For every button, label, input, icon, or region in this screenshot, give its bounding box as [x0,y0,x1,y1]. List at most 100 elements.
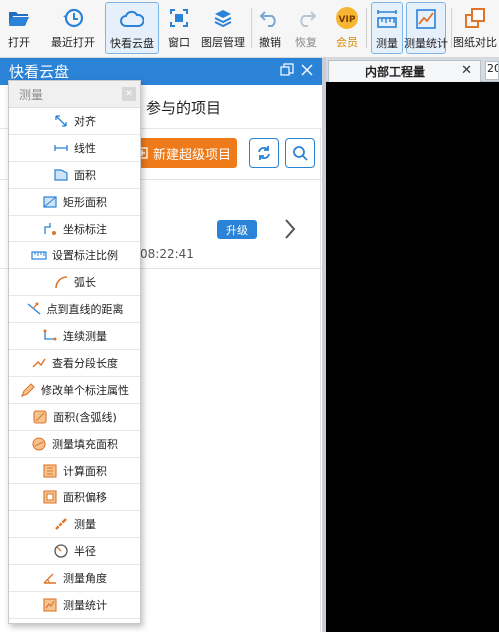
compare-icon [463,6,487,30]
vip-button[interactable]: VIP 会员 [333,2,361,54]
menu-close-icon[interactable]: ✕ [122,87,136,101]
menu-list: 对齐线性面积矩形面积坐标标注设置标注比例 弧长点到直线的距离连续测量查看分段长度修… [9,108,140,619]
menu-item-label: 坐标标注 [63,222,107,236]
menu-item-label: 查看分段长度 [52,356,118,370]
segment-length-icon [32,358,46,368]
measure-stats-button[interactable]: 测量统计 [404,2,448,54]
upgrade-badge[interactable]: 升级 [217,220,257,239]
restore-icon[interactable] [280,63,296,79]
rect-area-icon [43,196,57,208]
sync-button[interactable] [249,138,279,168]
menu-item-label: 连续测量 [63,330,107,344]
arc-length-icon [55,276,68,289]
window-button[interactable]: 窗口 [164,2,194,54]
menu-item-label: 面积 [74,168,96,182]
layer-manage-button[interactable]: 图层管理 [201,2,245,54]
menu-item[interactable]: 弧长 [9,269,140,297]
open-button[interactable]: 打开 [4,2,34,54]
measure-icon [55,518,67,531]
measure-stats-icon [43,598,57,612]
menu-item-label: 面积(含弧线) [53,410,117,424]
menu-item-label: 测量统计 [63,598,107,612]
new-super-project-button[interactable]: 新建超级项目 [130,138,237,168]
area-offset-icon [43,490,57,504]
fill-area-icon [32,437,46,451]
measure-menu: 测量 ✕ 对齐线性面积矩形面积坐标标注设置标注比例 弧长点到直线的距离连续测量查看… [8,80,141,624]
search-button[interactable] [285,138,315,168]
layers-icon [211,6,235,30]
cloud-button[interactable]: 快看云盘 [105,2,159,54]
radius-icon [54,544,68,558]
redo-icon [294,6,318,30]
menu-item[interactable]: 面积偏移 [9,484,140,512]
menu-header: 测量 ✕ [9,81,140,108]
scale-input[interactable]: 20 [485,61,499,80]
area-icon [54,169,68,181]
recent-button[interactable]: 最近打开 [46,2,100,54]
menu-item[interactable]: 点到直线的距离 [9,296,140,324]
edit-annotation-icon [21,383,35,397]
calc-area-icon [43,463,57,478]
menu-title: 测量 [19,87,44,102]
ruler-icon [375,7,399,31]
menu-item-label: 半径 [74,545,96,559]
menu-item[interactable]: 测量角度 [9,565,140,593]
close-icon[interactable] [300,63,316,79]
undo-button[interactable]: 撤销 [257,2,283,54]
angle-icon [43,573,56,584]
drawing-canvas[interactable] [326,82,499,632]
menu-item-label: 修改单个标注属性 [41,383,129,397]
panel-border [320,129,321,632]
linear-measure-icon [54,144,68,151]
menu-item[interactable]: 计算面积 [9,457,140,485]
menu-item[interactable]: 面积 [9,161,140,189]
menu-item[interactable]: 半径 [9,538,140,566]
menu-item[interactable]: 连续测量 [9,323,140,351]
align-measure-icon [55,115,67,127]
panel-subtitle: 参与的项目 [146,99,222,117]
toolbar-separator [451,8,452,48]
undo-icon [258,6,282,30]
card-time: 08:22:41 [140,247,194,261]
menu-item-label: 设置标注比例 [52,249,118,263]
menu-item[interactable]: 矩形面积 [9,188,140,216]
arc-area-icon [33,410,47,424]
menu-item[interactable]: 线性 [9,134,140,162]
menu-item[interactable]: 修改单个标注属性 [9,376,140,404]
menu-item[interactable]: 设置标注比例 [9,242,140,270]
menu-item-label: 对齐 [74,114,96,128]
panel-title: 快看云盘 [9,63,70,81]
chevron-right-icon[interactable] [283,218,297,240]
svg-text:VIP: VIP [339,15,356,25]
point-line-distance-icon [27,302,40,315]
menu-item-label: 线性 [74,141,96,155]
toolbar-separator [251,8,252,48]
compare-button[interactable]: 图纸对比 [453,2,497,54]
menu-item[interactable]: 查看分段长度 [9,350,140,377]
redo-button[interactable]: 恢复 [291,2,321,54]
menu-item-label: 弧长 [74,276,96,290]
tab-close-icon[interactable]: ✕ [461,63,472,78]
scale-icon [31,251,47,260]
continuous-measure-icon [43,329,57,341]
folder-open-icon [7,6,31,30]
menu-item[interactable]: 面积(含弧线) [9,403,140,431]
menu-item-label: 面积偏移 [63,491,107,505]
menu-item[interactable]: 测量填充面积 [9,430,140,458]
main-toolbar: 打开 最近打开 快看云盘 窗口 图层管理 撤销 恢复 VIP 会员 测量 测量统… [0,0,499,58]
menu-item[interactable]: 测量 [9,511,140,539]
sync-icon [258,146,270,160]
cloud-icon [120,7,144,31]
menu-item-label: 矩形面积 [63,195,107,209]
menu-item[interactable]: 坐标标注 [9,215,140,243]
tab-label: 内部工程量 [365,65,426,79]
document-tabbar: 内部工程量 ✕ 20 [326,58,499,82]
menu-item[interactable]: 对齐 [9,108,140,135]
menu-item[interactable]: 测量统计 [9,592,140,619]
window-icon [167,6,191,30]
menu-item-label: 计算面积 [63,464,107,478]
new-project-label: 新建超级项目 [152,147,231,163]
measure-button[interactable]: 测量 [371,2,403,54]
coordinate-icon [44,222,56,235]
tab-document[interactable]: 内部工程量 ✕ [328,60,481,82]
